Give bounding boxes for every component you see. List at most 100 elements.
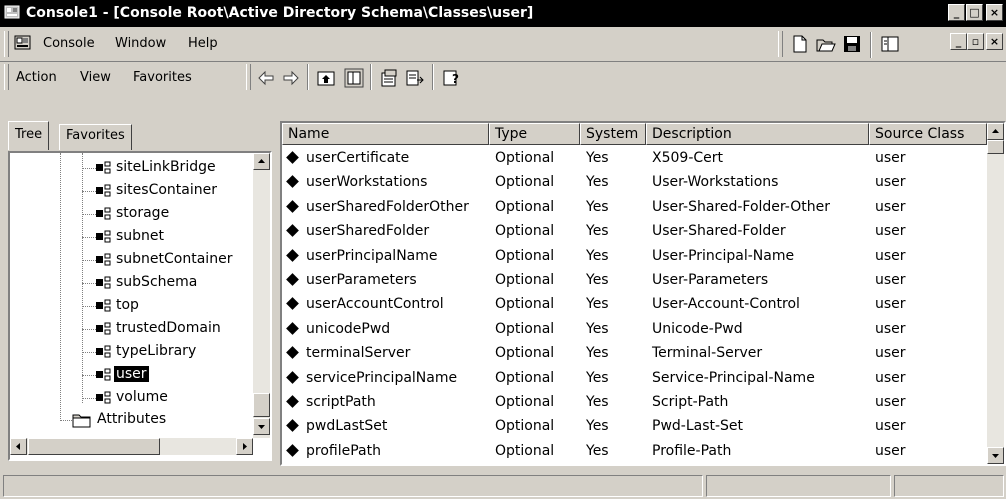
table-row[interactable]: terminalServer Optional Yes Terminal-Server… — [282, 342, 1004, 366]
menu-bar: Console Window Help _ ▫ × — [0, 27, 1006, 62]
tree-item[interactable]: trustedDomain — [10, 318, 250, 340]
scroll-left-button[interactable] — [10, 438, 27, 455]
tree-item[interactable]: subSchema — [10, 272, 250, 294]
menu-help[interactable]: Help — [188, 36, 218, 51]
tree-item[interactable]: typeLibrary — [10, 341, 250, 363]
cell-name: pwdLastSet — [306, 418, 388, 435]
status-pane-tertiary — [894, 475, 1004, 497]
column-header-system[interactable]: System — [580, 123, 646, 145]
scroll-thumb[interactable] — [987, 140, 1004, 154]
child-minimize-button[interactable]: _ — [950, 33, 967, 50]
window-title: Console1 - [Console Root\Active Director… — [26, 5, 534, 21]
menu-favorites[interactable]: Favorites — [133, 70, 192, 85]
cell-description: User-Principal-Name — [652, 247, 795, 264]
cell-source-class: user — [875, 369, 906, 386]
minimize-button[interactable]: _ — [948, 4, 965, 21]
class-object-icon — [96, 299, 111, 312]
attribute-icon — [286, 273, 299, 286]
list-vertical-scrollbar[interactable] — [987, 123, 1004, 464]
cell-system: Yes — [586, 442, 609, 459]
attribute-icon — [286, 224, 299, 238]
table-row[interactable]: servicePrincipalName Optional Yes Service-P… — [282, 367, 1004, 391]
nav-toolbar-grip[interactable] — [246, 64, 251, 90]
tree-item[interactable]: subnetContainer — [10, 249, 250, 271]
tree-item[interactable]: user — [10, 364, 250, 386]
menubar-grip[interactable] — [4, 31, 9, 57]
cell-type: Optional — [495, 418, 555, 435]
open-folder-icon[interactable] — [816, 34, 836, 54]
up-one-level-icon[interactable] — [316, 68, 336, 88]
action-toolbar-grip[interactable] — [4, 64, 9, 90]
cell-system: Yes — [586, 272, 609, 288]
class-object-icon — [96, 322, 111, 335]
tree-item-label: storage — [116, 205, 170, 221]
tree-item[interactable]: subnet — [10, 226, 250, 248]
help-icon[interactable]: ? — [442, 68, 462, 88]
tab-tree[interactable]: Tree — [8, 121, 50, 150]
properties-icon[interactable] — [379, 68, 399, 88]
table-row[interactable]: userSharedFolderOther Optional Yes User-Sha… — [282, 196, 1004, 220]
scroll-down-button[interactable] — [987, 447, 1004, 464]
save-icon[interactable] — [842, 34, 862, 54]
menu-action[interactable]: Action — [16, 70, 57, 85]
new-document-icon[interactable] — [790, 34, 810, 54]
forward-arrow-icon[interactable] — [281, 68, 301, 88]
toolbar-grip[interactable] — [778, 31, 783, 57]
scroll-down-button[interactable] — [253, 418, 270, 435]
table-row[interactable]: pwdLastSet Optional Yes Pwd-Last-Set user — [282, 415, 1004, 439]
column-header-name[interactable]: Name — [282, 123, 489, 145]
tree-item[interactable]: volume — [10, 387, 250, 409]
show-hide-console-tree-icon[interactable] — [880, 34, 900, 54]
scroll-right-button[interactable] — [236, 438, 253, 455]
table-row[interactable]: userWorkstations Optional Yes User-Workstat… — [282, 171, 1004, 195]
console-menu-icon[interactable] — [13, 33, 33, 53]
cell-name: terminalServer — [306, 345, 411, 362]
menu-window[interactable]: Window — [115, 36, 166, 51]
action-toolbar: Action View Favorites ? — [0, 62, 1006, 119]
tree-item[interactable]: siteLinkBridge — [10, 157, 250, 179]
cell-name: scriptPath — [306, 394, 376, 410]
column-header-source-class[interactable]: Source Class — [869, 123, 987, 145]
back-arrow-icon[interactable] — [256, 68, 276, 88]
column-header-type[interactable]: Type — [489, 123, 580, 145]
toolbar-separator — [870, 32, 872, 58]
tree-item-attributes[interactable]: Attributes — [10, 409, 240, 431]
maximize-button[interactable]: □ — [966, 4, 983, 21]
tree-item-label: trustedDomain — [116, 320, 221, 336]
close-button[interactable]: × — [986, 4, 1003, 21]
tree-item[interactable]: storage — [10, 203, 250, 225]
export-list-icon[interactable] — [405, 68, 425, 88]
attribute-icon — [286, 321, 299, 335]
child-close-button[interactable]: × — [986, 33, 1003, 50]
child-restore-button[interactable]: ▫ — [967, 33, 984, 50]
cell-source-class: user — [875, 272, 906, 288]
cell-system: Yes — [586, 320, 609, 337]
show-hide-tree-icon[interactable] — [344, 68, 364, 88]
status-bar — [0, 472, 1006, 499]
table-row[interactable]: userCertificate Optional Yes X509-Cert user — [282, 147, 1004, 171]
table-row[interactable]: userPrincipalName Optional Yes User-Princip… — [282, 245, 1004, 269]
tree-vertical-scrollbar[interactable] — [253, 153, 270, 438]
menu-console-label: Console — [43, 36, 95, 51]
scroll-thumb[interactable] — [28, 438, 160, 455]
tree-item[interactable]: sitesContainer — [10, 180, 250, 202]
table-row[interactable]: userAccountControl Optional Yes User-Accoun… — [282, 293, 1004, 317]
attribute-icon — [286, 443, 299, 457]
tree-horizontal-scrollbar[interactable] — [10, 438, 253, 455]
table-row[interactable]: scriptPath Optional Yes Script-Path user — [282, 391, 1004, 415]
tree-item[interactable]: top — [10, 295, 250, 317]
scroll-up-button[interactable] — [987, 123, 1004, 140]
tab-favorites[interactable]: Favorites — [59, 124, 132, 150]
table-row[interactable]: userParameters Optional Yes User-Parameters… — [282, 269, 1004, 293]
column-header-description[interactable]: Description — [646, 123, 869, 145]
window-title-bar[interactable]: Console1 - [Console Root\Active Director… — [0, 0, 1006, 27]
scroll-thumb[interactable] — [253, 393, 270, 417]
table-row[interactable]: userSharedFolder Optional Yes User-Shared-F… — [282, 220, 1004, 244]
table-row[interactable]: profilePath Optional Yes Profile-Path user — [282, 440, 1004, 464]
menu-console[interactable]: Console — [43, 36, 95, 51]
table-row[interactable]: unicodePwd Optional Yes Unicode-Pwd user — [282, 318, 1004, 342]
menu-view[interactable]: View — [80, 70, 111, 85]
console-tree-pane: Tree Favorites siteLinkBridge sitesContai… — [8, 121, 272, 461]
cell-description: Script-Path — [652, 394, 729, 410]
scroll-up-button[interactable] — [253, 153, 270, 170]
